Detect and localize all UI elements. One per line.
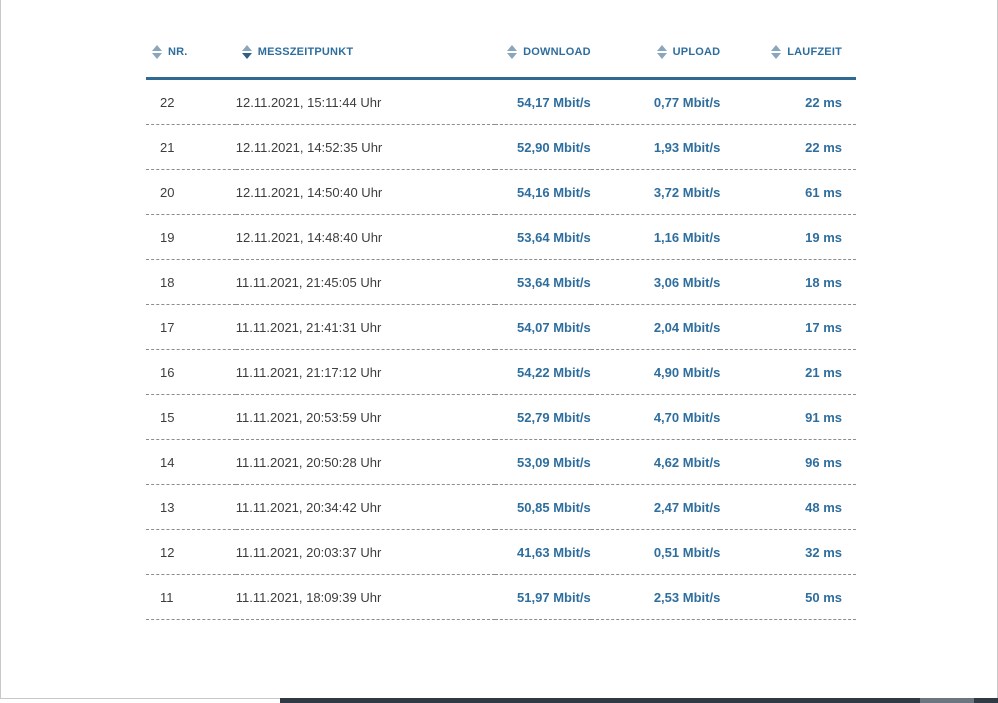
cell-download: 51,97 Mbit/s (494, 574, 591, 620)
table-row: 14 11.11.2021, 20:50:28 Uhr 53,09 Mbit/s… (146, 439, 856, 485)
cell-download: 52,79 Mbit/s (494, 394, 591, 440)
taskbar-strip (280, 698, 998, 703)
cell-latency: 22 ms (720, 124, 856, 170)
table-header-row: NR. MESSZEITPUNKT DOWNLOAD UPLOAD LAUFZE… (146, 30, 856, 80)
cell-timestamp: 11.11.2021, 20:34:42 Uhr (235, 484, 495, 530)
cell-timestamp: 11.11.2021, 20:03:37 Uhr (235, 529, 495, 575)
cell-download: 50,85 Mbit/s (494, 484, 591, 530)
column-header-nr[interactable]: NR. (146, 30, 236, 80)
cell-latency: 32 ms (720, 529, 856, 575)
table-row: 22 12.11.2021, 15:11:44 Uhr 54,17 Mbit/s… (146, 78, 856, 125)
table-row: 19 12.11.2021, 14:48:40 Uhr 53,64 Mbit/s… (146, 214, 856, 260)
column-header-timestamp[interactable]: MESSZEITPUNKT (235, 30, 495, 80)
cell-download: 54,16 Mbit/s (494, 169, 591, 215)
cell-download: 52,90 Mbit/s (494, 124, 591, 170)
cell-nr: 20 (146, 169, 236, 215)
sort-icon[interactable] (656, 45, 667, 59)
cell-timestamp: 11.11.2021, 21:17:12 Uhr (235, 349, 495, 395)
cell-latency: 50 ms (720, 574, 856, 620)
cell-timestamp: 12.11.2021, 14:52:35 Uhr (235, 124, 495, 170)
sort-icon[interactable] (152, 45, 162, 59)
table-row: 15 11.11.2021, 20:53:59 Uhr 52,79 Mbit/s… (146, 394, 856, 440)
cell-download: 54,07 Mbit/s (494, 304, 591, 350)
cell-timestamp: 11.11.2021, 18:09:39 Uhr (235, 574, 495, 620)
table-row: 16 11.11.2021, 21:17:12 Uhr 54,22 Mbit/s… (146, 349, 856, 395)
cell-latency: 91 ms (720, 394, 856, 440)
cell-upload: 0,51 Mbit/s (590, 529, 721, 575)
cell-download: 53,64 Mbit/s (494, 259, 591, 305)
cell-download: 41,63 Mbit/s (494, 529, 591, 575)
cell-nr: 13 (146, 484, 236, 530)
cell-upload: 4,62 Mbit/s (590, 439, 721, 485)
cell-download: 54,22 Mbit/s (494, 349, 591, 395)
cell-timestamp: 11.11.2021, 21:45:05 Uhr (235, 259, 495, 305)
cell-upload: 2,53 Mbit/s (590, 574, 721, 620)
cell-latency: 17 ms (720, 304, 856, 350)
sort-desc-icon[interactable] (241, 45, 252, 59)
cell-latency: 96 ms (720, 439, 856, 485)
cell-upload: 0,77 Mbit/s (590, 78, 721, 125)
cell-latency: 22 ms (720, 78, 856, 125)
sort-icon[interactable] (771, 45, 782, 59)
cell-upload: 2,47 Mbit/s (590, 484, 721, 530)
cell-nr: 22 (146, 78, 236, 125)
cell-nr: 14 (146, 439, 236, 485)
speedtest-results-table: NR. MESSZEITPUNKT DOWNLOAD UPLOAD LAUFZE… (146, 30, 856, 620)
cell-nr: 12 (146, 529, 236, 575)
cell-upload: 1,93 Mbit/s (590, 124, 721, 170)
cell-nr: 17 (146, 304, 236, 350)
column-header-download[interactable]: DOWNLOAD (494, 30, 591, 80)
table-row: 20 12.11.2021, 14:50:40 Uhr 54,16 Mbit/s… (146, 169, 856, 215)
cell-upload: 4,70 Mbit/s (590, 394, 721, 440)
column-header-upload[interactable]: UPLOAD (590, 30, 721, 80)
cell-nr: 21 (146, 124, 236, 170)
column-label-upload: UPLOAD (672, 46, 721, 58)
cell-latency: 48 ms (720, 484, 856, 530)
cell-nr: 11 (146, 574, 236, 620)
column-label-nr: NR. (168, 46, 188, 58)
taskbar-strip-segment (920, 698, 974, 703)
page-frame: NR. MESSZEITPUNKT DOWNLOAD UPLOAD LAUFZE… (0, 0, 998, 699)
cell-latency: 21 ms (720, 349, 856, 395)
cell-upload: 1,16 Mbit/s (590, 214, 721, 260)
cell-nr: 19 (146, 214, 236, 260)
cell-latency: 18 ms (720, 259, 856, 305)
cell-upload: 3,06 Mbit/s (590, 259, 721, 305)
table-row: 17 11.11.2021, 21:41:31 Uhr 54,07 Mbit/s… (146, 304, 856, 350)
column-label-latency: LAUFZEIT (787, 46, 842, 58)
cell-nr: 15 (146, 394, 236, 440)
cell-timestamp: 12.11.2021, 14:50:40 Uhr (235, 169, 495, 215)
cell-latency: 61 ms (720, 169, 856, 215)
sort-icon[interactable] (507, 45, 518, 59)
cell-download: 54,17 Mbit/s (494, 78, 591, 125)
cell-latency: 19 ms (720, 214, 856, 260)
cell-timestamp: 11.11.2021, 20:53:59 Uhr (235, 394, 495, 440)
table-row: 12 11.11.2021, 20:03:37 Uhr 41,63 Mbit/s… (146, 529, 856, 575)
cell-timestamp: 11.11.2021, 20:50:28 Uhr (235, 439, 495, 485)
cell-nr: 16 (146, 349, 236, 395)
column-label-timestamp: MESSZEITPUNKT (257, 46, 354, 58)
cell-download: 53,64 Mbit/s (494, 214, 591, 260)
cell-upload: 3,72 Mbit/s (590, 169, 721, 215)
table-row: 18 11.11.2021, 21:45:05 Uhr 53,64 Mbit/s… (146, 259, 856, 305)
table-row: 21 12.11.2021, 14:52:35 Uhr 52,90 Mbit/s… (146, 124, 856, 170)
table-row: 11 11.11.2021, 18:09:39 Uhr 51,97 Mbit/s… (146, 574, 856, 620)
cell-timestamp: 12.11.2021, 14:48:40 Uhr (235, 214, 495, 260)
cell-timestamp: 12.11.2021, 15:11:44 Uhr (235, 78, 495, 125)
cell-timestamp: 11.11.2021, 21:41:31 Uhr (235, 304, 495, 350)
cell-upload: 4,90 Mbit/s (590, 349, 721, 395)
table-row: 13 11.11.2021, 20:34:42 Uhr 50,85 Mbit/s… (146, 484, 856, 530)
column-header-latency[interactable]: LAUFZEIT (720, 30, 856, 80)
cell-upload: 2,04 Mbit/s (590, 304, 721, 350)
cell-nr: 18 (146, 259, 236, 305)
column-label-download: DOWNLOAD (523, 46, 591, 58)
cell-download: 53,09 Mbit/s (494, 439, 591, 485)
